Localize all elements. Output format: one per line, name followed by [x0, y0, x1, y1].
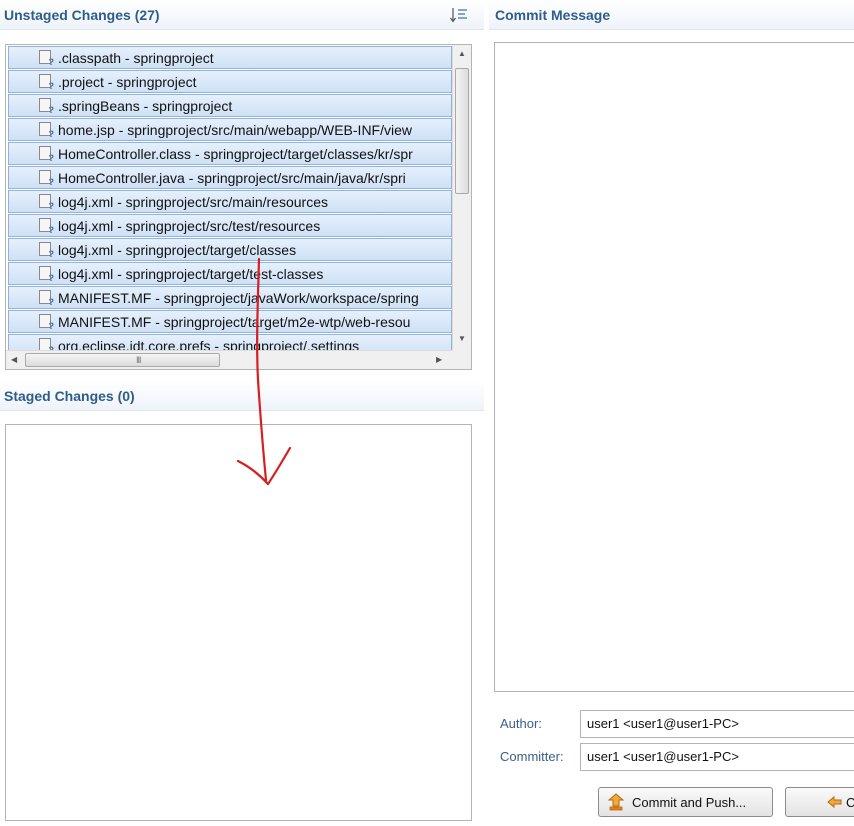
unstaged-file-list[interactable]: .classpath - springproject .project - spr… — [5, 44, 472, 370]
list-item-label: log4j.xml - springproject/src/test/resou… — [58, 218, 321, 234]
staged-file-list[interactable] — [5, 424, 472, 821]
list-item[interactable]: .springBeans - springproject — [8, 94, 452, 117]
text-file-icon — [39, 314, 54, 331]
xml-file-icon — [39, 194, 54, 211]
xml-file-icon — [39, 50, 54, 67]
scroll-up-icon[interactable]: ▲ — [458, 49, 466, 58]
text-file-icon — [39, 290, 54, 307]
committer-field[interactable]: user1 <user1@user1-PC> — [580, 743, 854, 771]
commit-icon — [826, 793, 844, 811]
unstaged-rows: .classpath - springproject .project - spr… — [6, 45, 452, 369]
list-item[interactable]: .project - springproject — [8, 70, 452, 93]
unstaged-title: Unstaged Changes (27) — [4, 7, 160, 23]
list-item[interactable]: log4j.xml - springproject/target/test-cl… — [8, 262, 452, 285]
xml-file-icon — [39, 266, 54, 283]
list-item-label: log4j.xml - springproject/target/classes — [58, 242, 297, 258]
commit-message-editor[interactable] — [494, 42, 854, 692]
committer-label: Committer: — [500, 749, 564, 764]
list-item[interactable]: log4j.xml - springproject/src/test/resou… — [8, 214, 452, 237]
author-label: Author: — [500, 716, 542, 731]
list-item-label: MANIFEST.MF - springproject/target/m2e-w… — [58, 314, 411, 330]
sort-icon[interactable] — [449, 6, 469, 24]
list-item[interactable]: home.jsp - springproject/src/main/webapp… — [8, 118, 452, 141]
java-file-icon — [39, 170, 54, 187]
horizontal-scrollbar[interactable]: ◀ III ▶ — [6, 350, 452, 369]
list-item-label: log4j.xml - springproject/src/main/resou… — [58, 194, 328, 210]
vertical-scrollbar[interactable]: ▲ ▼ — [452, 45, 471, 351]
commit-and-push-button[interactable]: Commit and Push... — [598, 787, 773, 817]
list-item[interactable]: MANIFEST.MF - springproject/javaWork/wor… — [8, 286, 452, 309]
list-item[interactable]: .classpath - springproject — [8, 46, 452, 69]
commit-label: Commit — [846, 795, 854, 810]
scroll-corner — [452, 350, 471, 369]
list-item[interactable]: HomeController.class - springproject/tar… — [8, 142, 452, 165]
scroll-left-icon[interactable]: ◀ — [11, 355, 17, 364]
staged-title: Staged Changes (0) — [4, 388, 135, 404]
commit-push-icon — [607, 793, 625, 811]
staged-header: Staged Changes (0) — [0, 381, 484, 411]
xml-file-icon — [39, 242, 54, 259]
xml-file-icon — [39, 74, 54, 91]
list-item-label: .project - springproject — [58, 74, 197, 90]
vertical-scroll-thumb[interactable] — [455, 68, 469, 194]
commit-message-title: Commit Message — [495, 7, 611, 23]
commit-and-push-label: Commit and Push... — [632, 795, 747, 810]
list-item-label: MANIFEST.MF - springproject/javaWork/wor… — [58, 290, 419, 306]
class-file-icon — [39, 146, 54, 163]
scroll-grip: III — [136, 355, 141, 365]
author-field[interactable]: user1 <user1@user1-PC> — [580, 710, 854, 738]
list-item-label: .classpath - springproject — [58, 50, 214, 66]
scroll-down-icon[interactable]: ▼ — [458, 334, 466, 343]
commit-header: Commit Message — [489, 0, 854, 30]
list-item[interactable]: MANIFEST.MF - springproject/target/m2e-w… — [8, 310, 452, 333]
horizontal-scroll-thumb[interactable]: III — [25, 353, 220, 367]
list-item-label: HomeController.class - springproject/tar… — [58, 146, 413, 162]
list-item-label: HomeController.java - springproject/src/… — [58, 170, 406, 186]
xml-file-icon — [39, 218, 54, 235]
text-file-icon — [39, 98, 54, 115]
scroll-right-icon[interactable]: ▶ — [436, 355, 442, 364]
commit-button[interactable]: Commit — [785, 787, 854, 817]
list-item[interactable]: HomeController.java - springproject/src/… — [8, 166, 452, 189]
list-item-label: home.jsp - springproject/src/main/webapp… — [58, 122, 413, 138]
list-item[interactable]: log4j.xml - springproject/target/classes — [8, 238, 452, 261]
list-item-label: log4j.xml - springproject/target/test-cl… — [58, 266, 324, 282]
list-item-label: .springBeans - springproject — [58, 98, 233, 114]
unstaged-header: Unstaged Changes (27) — [0, 0, 484, 30]
text-file-icon — [39, 122, 54, 139]
list-item[interactable]: log4j.xml - springproject/src/main/resou… — [8, 190, 452, 213]
